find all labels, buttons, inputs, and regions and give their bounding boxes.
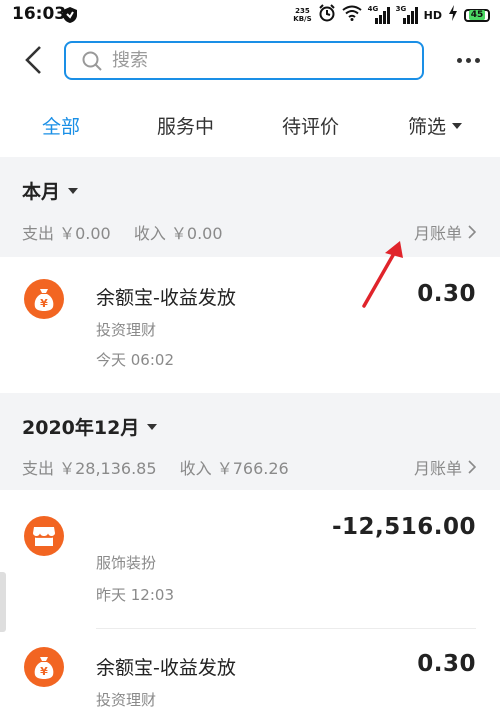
month-title: 2020年12月 [22,417,140,439]
monthly-bill-link[interactable]: 月账单 [414,220,476,244]
charging-icon [448,5,458,25]
caret-down-icon [147,423,158,430]
status-bar: 16:03 235 KB/S 4G 3G HD 45 [0,0,500,30]
transaction-category: 投资理财 [96,691,157,709]
tab-filter-label: 筛选 [408,116,447,138]
alarm-icon [318,4,336,26]
more-dot-icon [474,57,480,63]
transaction-amount: 0.30 [417,651,476,677]
tab-all[interactable]: 全部 [42,112,80,139]
side-drag-handle[interactable] [0,572,6,632]
transaction-row[interactable]: 服饰装扮 昨天 12:03 -12,516.00 [0,490,500,628]
transaction-title: 余额宝-收益发放 [96,657,236,679]
wifi-icon [342,5,362,25]
svg-text:¥: ¥ [40,665,48,678]
back-button[interactable] [18,42,48,78]
search-input[interactable] [110,49,394,72]
battery-level: 45 [468,10,486,20]
annotation-arrow-icon [360,238,410,314]
network-speed-unit: KB/S [293,15,312,23]
transaction-amount: 0.30 [417,281,476,307]
month-expense: 支出 ￥0.00 [22,224,111,243]
transaction-row[interactable]: ¥ 余额宝-收益发放 投资理财 0.30 [0,629,500,711]
more-options-button[interactable] [454,48,482,72]
hd-label: HD [423,8,442,22]
month-selector[interactable]: 本月 [22,177,79,204]
month-title: 本月 [22,181,61,203]
tab-filter[interactable]: 筛选 [408,112,463,139]
more-dot-icon [465,57,471,63]
transaction-time: 昨天 12:03 [96,586,174,604]
chevron-right-icon [468,460,476,474]
search-box[interactable] [64,41,424,80]
month-income: 收入 ￥766.26 [179,459,289,478]
month-summary: 支出 ￥28,136.85 收入 ￥766.26 [22,455,307,479]
month-income: 收入 ￥0.00 [133,224,223,243]
transaction-category: 服饰装扮 [96,554,157,572]
month-header: 2020年12月 支出 ￥28,136.85 收入 ￥766.26 月账单 [0,393,500,490]
money-bag-icon: ¥ [24,647,64,687]
month-header: 本月 支出 ￥0.00 收入 ￥0.00 月账单 [0,157,500,257]
transaction-title: 余额宝-收益发放 [96,287,236,309]
more-dot-icon [456,57,462,63]
transaction-category: 投资理财 [96,321,157,339]
tab-in-service[interactable]: 服务中 [157,112,214,139]
cellular-signal-icon: 4G [368,5,390,24]
svg-text:¥: ¥ [40,297,48,310]
month-selector[interactable]: 2020年12月 [22,413,158,440]
month-summary: 支出 ￥0.00 收入 ￥0.00 [22,220,241,244]
status-time: 16:03 [12,4,67,24]
month-expense: 支出 ￥28,136.85 [22,459,157,478]
chevron-right-icon [468,225,476,239]
transaction-time: 今天 06:02 [96,351,174,369]
search-icon [82,51,102,71]
transaction-row[interactable]: ¥ 余额宝-收益发放 投资理财 今天 06:02 0.30 [0,257,500,393]
caret-down-icon [68,187,79,194]
filter-tabs: 全部 服务中 待评价 筛选 [0,100,500,156]
monthly-bill-label: 月账单 [413,224,462,243]
monthly-bill-label: 月账单 [413,459,462,478]
network-speed-value: 235 [295,7,310,15]
cellular-signal-icon: 3G [396,5,418,24]
monthly-bill-link[interactable]: 月账单 [414,455,476,479]
caret-down-icon [452,122,463,129]
transaction-amount: -12,516.00 [331,514,476,540]
network-speed: 235 KB/S [293,7,311,23]
back-arrow-icon [25,46,41,74]
tab-to-review[interactable]: 待评价 [282,112,339,139]
top-bar [0,30,500,92]
money-bag-icon: ¥ [24,279,64,319]
battery-icon: 45 [464,8,490,22]
shop-icon [24,516,64,556]
shield-icon [62,6,78,28]
